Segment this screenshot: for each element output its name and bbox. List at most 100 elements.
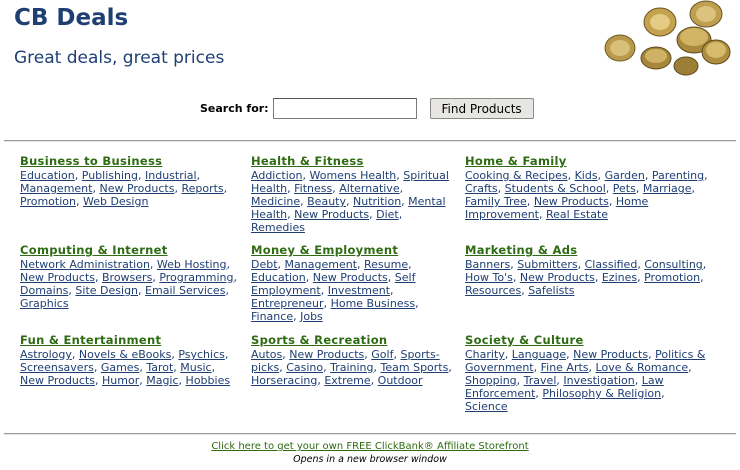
category-link[interactable]: Publishing (82, 169, 138, 182)
category-link[interactable]: Team Sports (381, 361, 449, 374)
category-link[interactable]: Consulting (644, 258, 702, 271)
category-link[interactable]: Hobbies (186, 374, 231, 387)
category-link[interactable]: Fitness (294, 182, 332, 195)
category-link[interactable]: Email Services (145, 284, 225, 297)
category-link[interactable]: Medicine (251, 195, 300, 208)
category-link[interactable]: Marriage (643, 182, 692, 195)
category-link[interactable]: Tarot (146, 361, 173, 374)
category-link[interactable]: Browsers (102, 271, 152, 284)
category-link[interactable]: Graphics (20, 297, 69, 310)
category-link[interactable]: Novels & eBooks (79, 348, 171, 361)
category-link[interactable]: Promotion (644, 271, 700, 284)
category-link[interactable]: Training (330, 361, 373, 374)
category-link[interactable]: Investment (328, 284, 390, 297)
category-link[interactable]: Resume (364, 258, 408, 271)
category-link[interactable]: Charity (465, 348, 505, 361)
category-link[interactable]: Entrepreneur (251, 297, 324, 310)
category-link[interactable]: Music (180, 361, 211, 374)
category-link[interactable]: Diet (376, 208, 399, 221)
category-link[interactable]: Horseracing (251, 374, 317, 387)
category-link[interactable]: Safelists (528, 284, 574, 297)
category-link[interactable]: Banners (465, 258, 510, 271)
category-title[interactable]: Home & Family (465, 155, 725, 168)
category-link[interactable]: New Products (313, 271, 388, 284)
category-link[interactable]: How To's (465, 271, 513, 284)
category-link[interactable]: Kids (575, 169, 598, 182)
category-link[interactable]: Education (251, 271, 306, 284)
category-link[interactable]: Philosophy & Religion (542, 387, 661, 400)
category-link[interactable]: Casino (286, 361, 323, 374)
find-products-button[interactable]: Find Products (429, 98, 534, 119)
category-link[interactable]: Classified (585, 258, 638, 271)
category-link[interactable]: Management (20, 182, 92, 195)
category-link[interactable]: Magic (146, 374, 178, 387)
search-input[interactable] (272, 98, 417, 119)
category-link[interactable]: Cooking & Recipes (465, 169, 568, 182)
category-link[interactable]: Shopping (465, 374, 517, 387)
category-link[interactable]: Parenting (652, 169, 704, 182)
category-link[interactable]: Education (20, 169, 75, 182)
category-link[interactable]: Submitters (517, 258, 577, 271)
affiliate-storefront-link[interactable]: Click here to get your own FREE ClickBan… (211, 441, 528, 452)
category-link[interactable]: Outdoor (378, 374, 423, 387)
category-link[interactable]: Travel (524, 374, 557, 387)
category-link[interactable]: New Products (20, 374, 95, 387)
category-link[interactable]: New Products (520, 271, 595, 284)
category-link[interactable]: Science (465, 400, 508, 413)
category-link[interactable]: Autos (251, 348, 282, 361)
category-link[interactable]: New Products (99, 182, 174, 195)
category-link[interactable]: Garden (605, 169, 645, 182)
category-link[interactable]: Golf (371, 348, 393, 361)
category-link[interactable]: Investigation (563, 374, 634, 387)
category-link[interactable]: Domains (20, 284, 68, 297)
category-link[interactable]: Language (512, 348, 566, 361)
category-title[interactable]: Money & Employment (251, 244, 431, 257)
category-link[interactable]: Management (285, 258, 357, 271)
category-link[interactable]: Extreme (324, 374, 370, 387)
category-link[interactable]: Games (101, 361, 139, 374)
category-title[interactable]: Fun & Entertainment (20, 334, 240, 347)
category-link[interactable]: New Products (294, 208, 369, 221)
category-link[interactable]: Alternative (339, 182, 399, 195)
category-link[interactable]: Network Administration (20, 258, 150, 271)
category-link[interactable]: New Products (573, 348, 648, 361)
category-link[interactable]: Debt (251, 258, 278, 271)
category-link[interactable]: Students & School (505, 182, 606, 195)
category-link[interactable]: Psychics (178, 348, 225, 361)
category-link[interactable]: Web Design (83, 195, 148, 208)
category-link[interactable]: New Products (20, 271, 95, 284)
category-title[interactable]: Health & Fitness (251, 155, 456, 168)
category-link[interactable]: Remedies (251, 221, 305, 234)
category-link[interactable]: Home Business (331, 297, 416, 310)
category-link[interactable]: Industrial (145, 169, 197, 182)
category-link[interactable]: Reports (181, 182, 223, 195)
category-link[interactable]: Nutrition (353, 195, 401, 208)
category-link[interactable]: Finance (251, 310, 293, 323)
category-link[interactable]: Site Design (75, 284, 138, 297)
category-link[interactable]: Womens Health (309, 169, 396, 182)
category-link[interactable]: Promotion (20, 195, 76, 208)
category-link[interactable]: Web Hosting (157, 258, 227, 271)
category-link[interactable]: Crafts (465, 182, 498, 195)
category-link[interactable]: Resources (465, 284, 521, 297)
category-link[interactable]: Ezines (602, 271, 637, 284)
category-link[interactable]: New Products (534, 195, 609, 208)
category-link[interactable]: Pets (613, 182, 636, 195)
category-link[interactable]: Fine Arts (541, 361, 589, 374)
category-link[interactable]: New Products (289, 348, 364, 361)
category-link[interactable]: Humor (102, 374, 139, 387)
category-link[interactable]: Screensavers (20, 361, 94, 374)
category-title[interactable]: Society & Culture (465, 334, 710, 347)
category-link[interactable]: Astrology (20, 348, 72, 361)
category-link[interactable]: Family Tree (465, 195, 527, 208)
category-link[interactable]: Beauty (307, 195, 346, 208)
category-title[interactable]: Computing & Internet (20, 244, 240, 257)
category-title[interactable]: Sports & Recreation (251, 334, 456, 347)
category-link[interactable]: Jobs (300, 310, 323, 323)
category-link[interactable]: Addiction (251, 169, 302, 182)
category-title[interactable]: Marketing & Ads (465, 244, 725, 257)
category-link[interactable]: Love & Romance (596, 361, 689, 374)
category-link[interactable]: Programming (159, 271, 233, 284)
category-title[interactable]: Business to Business (20, 155, 240, 168)
category-link[interactable]: Real Estate (546, 208, 608, 221)
